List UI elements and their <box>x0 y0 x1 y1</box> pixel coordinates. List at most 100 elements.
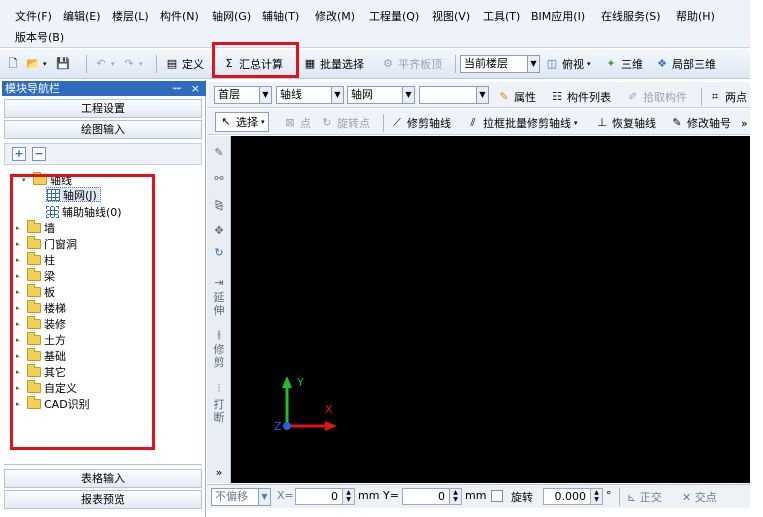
new-file-button[interactable]: 🗋 <box>6 53 20 75</box>
trim-icon: ⟋ <box>393 116 401 129</box>
main-toolbar: 🗋 📂 ▾ 💾 ↶ ▾ ↷ ▾ ▤ 定义 Σ 汇总计算 ▦ 批量选择 ⚙ 平齐板顶 当前楼层 ▼… <box>0 49 750 79</box>
rotate-checkbox[interactable] <box>491 490 503 502</box>
3d-icon: ✦ <box>606 57 616 70</box>
top-view-button[interactable]: ◫ 俯视 ▾ <box>545 53 591 75</box>
menu-file[interactable]: 文件(F) <box>15 8 52 24</box>
save-button[interactable]: 💾 <box>56 53 70 75</box>
type-select[interactable]: 轴线 ▼ <box>276 86 344 104</box>
move-icon[interactable]: ✥ <box>207 224 231 237</box>
menu-aux-axis[interactable]: 辅轴(T) <box>262 8 299 24</box>
menu-floor[interactable]: 楼层(L) <box>112 8 149 24</box>
list-icon: ☷ <box>552 90 562 103</box>
open-button[interactable]: 📂 ▾ <box>26 53 46 75</box>
copy-icon[interactable]: ⚯ <box>207 172 231 185</box>
axis-gizmo <box>282 376 337 431</box>
chevron-down-icon: ▼ <box>258 489 270 505</box>
close-icon[interactable]: × <box>191 81 200 96</box>
menu-component[interactable]: 构件(N) <box>160 8 199 24</box>
menu-axis-grid[interactable]: 轴网(G) <box>212 8 251 24</box>
pick-icon: ✐ <box>628 90 638 103</box>
flush-top-button[interactable]: ⚙ 平齐板顶 <box>381 53 442 75</box>
highlight-tree <box>10 174 155 450</box>
rotate-point-button[interactable]: ↻ 旋转点 <box>320 112 370 134</box>
menu-quantity[interactable]: 工程量(Q) <box>369 8 419 24</box>
more-tools-icon[interactable]: » <box>207 466 231 479</box>
menu-tools[interactable]: 工具(T) <box>483 8 520 24</box>
menu-online[interactable]: 在线服务(S) <box>601 8 661 24</box>
vertical-toolbar: ✎ ⚯ ⧎ ✥ ↻ ⇥ 延 伸 ⫲ 修 剪 ⫶ 打 断 » <box>207 136 231 483</box>
define-button[interactable]: ▤ 定义 <box>165 53 204 75</box>
mirror-icon[interactable]: ⧎ <box>207 198 231 211</box>
select-button[interactable]: ↖ 选择 ▾ <box>215 112 269 132</box>
rotate-input[interactable]: 0.000 ▲ ▼ <box>543 488 603 505</box>
menu-bim[interactable]: BIM应用(I) <box>531 8 585 24</box>
project-settings-button[interactable]: 工程设置 <box>4 99 202 118</box>
restore-icon: ⊥ <box>597 116 607 129</box>
remove-icon[interactable]: − <box>32 147 46 161</box>
three-d-button[interactable]: ✦ 三维 <box>604 53 643 75</box>
pick-component-button[interactable]: ✐ 拾取构件 <box>626 86 687 108</box>
extend-button-label-1[interactable]: 延 <box>207 291 231 304</box>
drawing-input-button[interactable]: 绘图输入 <box>4 120 202 139</box>
save-icon: 💾 <box>56 57 70 70</box>
batch-select-button[interactable]: ▦ 批量选择 <box>303 53 364 75</box>
trim-axis-button[interactable]: ⟋ 修剪轴线 <box>390 112 451 134</box>
rotate-icon[interactable]: ↻ <box>207 246 231 259</box>
local-3d-button[interactable]: ❖ 局部三维 <box>655 53 716 75</box>
break-button-label-2[interactable]: 断 <box>207 411 231 424</box>
floor-select[interactable]: 首层 ▼ <box>214 86 272 104</box>
offset-select[interactable]: 不偏移 ▼ <box>211 488 271 506</box>
local-3d-icon: ❖ <box>657 57 667 70</box>
menu-modify[interactable]: 修改(M) <box>315 8 355 24</box>
point-button[interactable]: ⊠ 点 <box>283 112 311 134</box>
report-preview-button[interactable]: 报表预览 <box>4 490 202 509</box>
ortho-icon: ⊾ <box>627 491 637 504</box>
properties-button[interactable]: ✎ 属性 <box>497 86 536 108</box>
pin-icon[interactable]: ᅲ <box>172 81 182 96</box>
table-input-button[interactable]: 表格输入 <box>4 469 202 488</box>
subtype-select[interactable]: 轴网 ▼ <box>347 86 415 104</box>
two-point-button[interactable]: ⌗ 两点 <box>708 86 747 108</box>
highlight-sum-calc <box>212 42 299 78</box>
brush-icon[interactable]: ✎ <box>207 146 231 159</box>
trim-button-label-2[interactable]: 剪 <box>207 356 231 369</box>
y-input[interactable]: 0 ▲ ▼ <box>402 488 462 505</box>
intersect-icon: ✕ <box>682 491 692 504</box>
intersect-button[interactable]: ✕ 交点 <box>682 489 717 505</box>
two-point-icon: ⌗ <box>711 90 719 103</box>
x-input[interactable]: 0 ▲ ▼ <box>295 488 355 505</box>
flush-top-icon: ⚙ <box>383 57 393 70</box>
current-floor-select[interactable]: 当前楼层 ▼ <box>460 55 540 73</box>
menu-version[interactable]: 版本号(B) <box>15 29 64 45</box>
axis-z-label: Z <box>274 420 282 433</box>
redo-icon: ↷ <box>124 57 134 70</box>
component-select[interactable]: ▼ <box>419 86 489 104</box>
menu-help[interactable]: 帮助(H) <box>676 8 715 24</box>
open-folder-icon: 📂 <box>26 57 40 70</box>
spin-icon[interactable]: ▲ ▼ <box>342 489 354 504</box>
undo-button[interactable]: ↶ ▾ <box>94 53 114 75</box>
add-icon[interactable]: + <box>12 147 26 161</box>
restore-axis-button[interactable]: ⊥ 恢复轴线 <box>595 112 656 134</box>
coordinate-bar: 不偏移 ▼ X= 0 ▲ ▼ mm Y= 0 ▲ ▼ mm 旋转 0.000 ▲ ▼ ° ⊾ … <box>207 484 750 508</box>
spin-icon[interactable]: ▲ ▼ <box>449 489 461 504</box>
menu-view[interactable]: 视图(V) <box>432 8 470 24</box>
rotate-label: 旋转 <box>511 491 533 504</box>
chevron-down-icon: ▼ <box>476 87 488 103</box>
define-icon: ▤ <box>166 57 178 70</box>
ortho-button[interactable]: ⊾ 正交 <box>627 489 662 505</box>
trim-button-label-1[interactable]: 修 <box>207 343 231 356</box>
break-button-label-1[interactable]: 打 <box>207 398 231 411</box>
spin-icon[interactable]: ▲ ▼ <box>590 489 602 504</box>
batch-trim-button[interactable]: ⫽ 拉框批量修剪轴线 ▾ <box>466 112 578 134</box>
axis-x-label: X <box>325 403 333 416</box>
modify-axis-no-button[interactable]: ✎ 修改轴号 <box>670 112 731 134</box>
redo-button[interactable]: ↷ ▾ <box>122 53 142 75</box>
break-icon: ⫶ <box>217 382 221 395</box>
more-button[interactable]: » <box>741 112 748 134</box>
drawing-canvas[interactable]: Y X Z <box>231 136 750 483</box>
menu-edit[interactable]: 编辑(E) <box>63 8 101 24</box>
extend-button-label-2[interactable]: 伸 <box>207 304 231 317</box>
chevron-down-icon: ▼ <box>259 87 271 103</box>
component-list-button[interactable]: ☷ 构件列表 <box>550 86 611 108</box>
